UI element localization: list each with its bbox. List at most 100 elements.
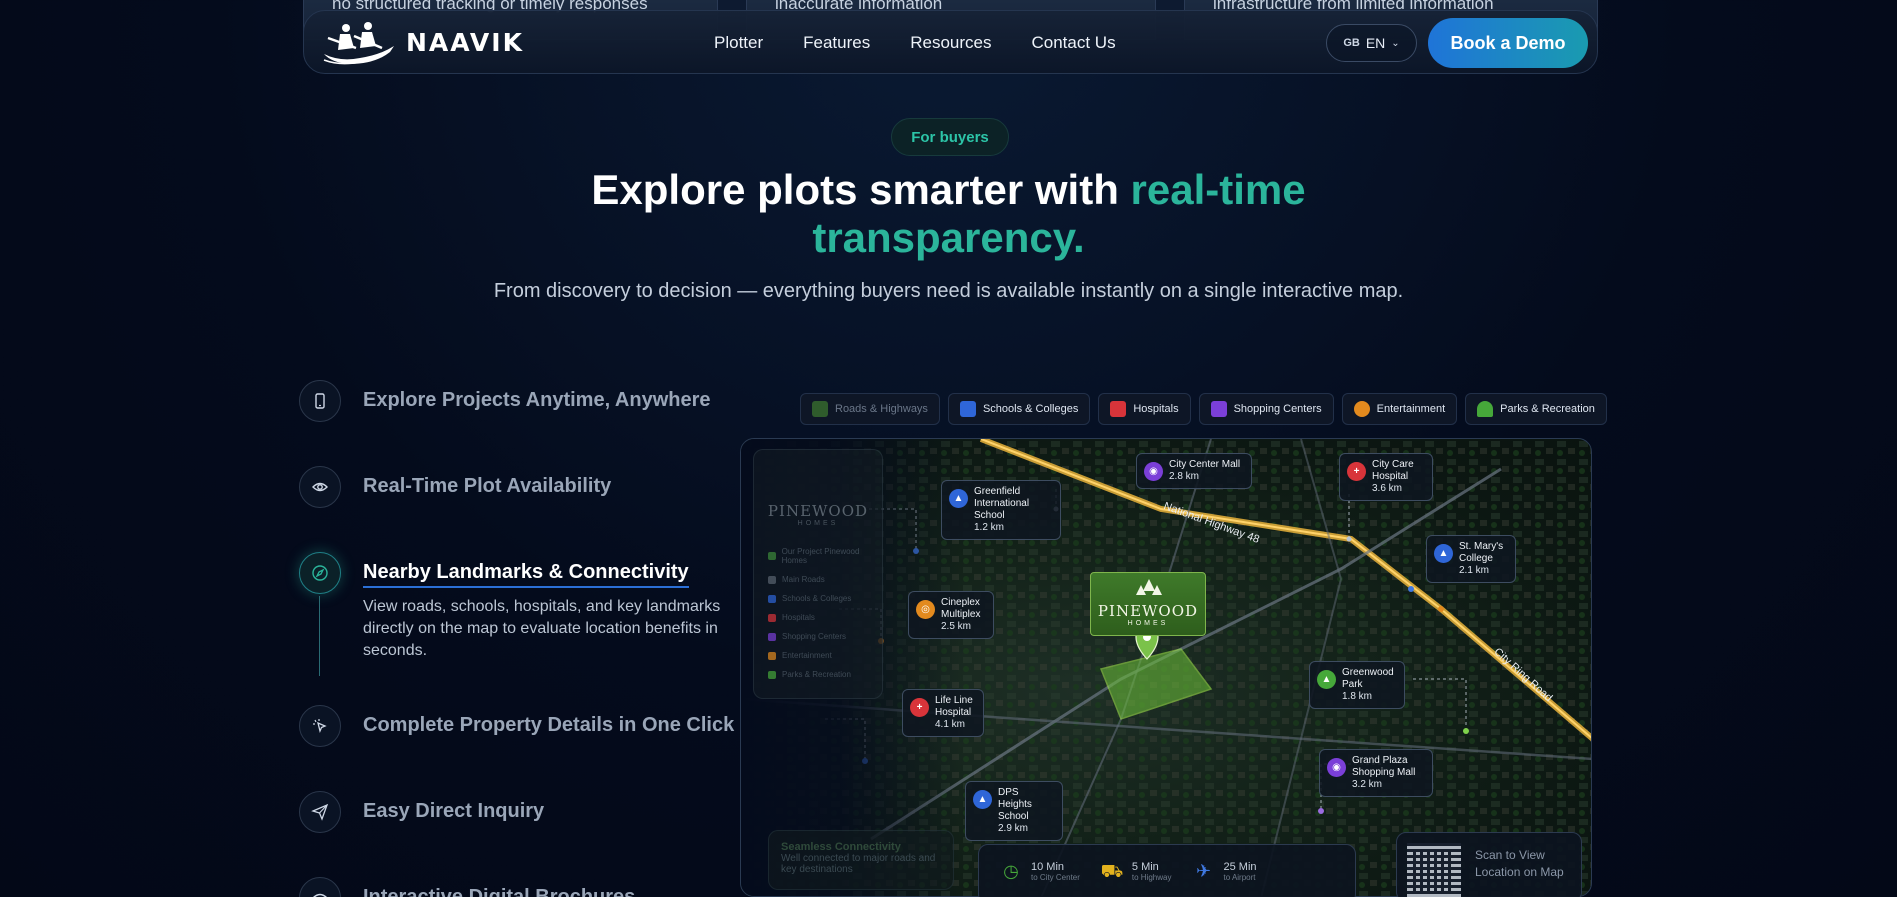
road-icon xyxy=(812,401,828,417)
graduation-cap-icon xyxy=(959,401,976,417)
pin-grand-plaza-mall[interactable]: ◉ Grand Plaza Shopping Mall 3.2 km xyxy=(1319,749,1433,797)
feature-progress-line xyxy=(319,596,320,676)
chip-shopping[interactable]: Shopping Centers xyxy=(1198,393,1334,425)
pin-distance: 1.2 km xyxy=(974,522,1005,533)
pin-name: City Center Mall xyxy=(1169,459,1241,470)
aerial-map[interactable]: PINEWOOD HOMES Our Project Pinewood Home… xyxy=(740,438,1592,897)
connectivity-title: Seamless Connectivity xyxy=(781,841,901,853)
hero-title-accent: real-time xyxy=(1130,166,1306,213)
qr-text: Scan to View Location on Map xyxy=(1475,847,1564,881)
chip-schools[interactable]: Schools & Colleges xyxy=(947,393,1091,425)
taxi-icon: ⛟ xyxy=(1100,861,1124,881)
feature-title: Complete Property Details in One Click xyxy=(363,714,735,736)
pin-greenfield-school[interactable]: ▲ Greenfield International School 1.2 km xyxy=(941,480,1061,540)
clock-icon: ◷ xyxy=(1003,861,1019,881)
hero-subtitle: From discovery to decision — everything … xyxy=(493,280,1404,302)
pin-distance: 2.8 km xyxy=(1169,471,1200,482)
qr-card[interactable]: Scan to View Location on Map xyxy=(1396,832,1582,897)
film-reel-icon: ◎ xyxy=(916,600,935,619)
pin-city-care-hospital[interactable]: + City Care Hospital 3.6 km xyxy=(1339,453,1433,501)
hospital-cross-icon: + xyxy=(1347,462,1366,481)
pin-life-line-hospital[interactable]: + Life Line Hospital 4.1 km xyxy=(902,689,984,737)
flag-icon: GB xyxy=(1343,37,1360,49)
feature-title: Easy Direct Inquiry xyxy=(363,800,545,822)
language-selector[interactable]: GB EN ⌄ xyxy=(1326,24,1417,62)
travel-item: ◷ 10 Min to City Center xyxy=(999,861,1080,885)
nav-link-resources[interactable]: Resources xyxy=(910,33,991,53)
project-name: PINEWOOD xyxy=(1097,602,1199,620)
legend-brand: PINEWOOD xyxy=(767,502,869,520)
school-icon: ▲ xyxy=(1434,544,1453,563)
legend-item: Hospitals xyxy=(768,613,882,622)
travel-time: 5 Min xyxy=(1131,861,1159,873)
film-reel-icon xyxy=(1353,401,1370,417)
legend-label: Shopping Centers xyxy=(782,632,847,641)
pin-name: DPS Heights School xyxy=(998,787,1032,822)
hero-title: Explore plots smarter with real-time tra… xyxy=(0,166,1897,262)
tree-icon: ▲ xyxy=(1317,670,1336,689)
school-icon: ▲ xyxy=(949,489,968,508)
top-nav: NAAVIK Plotter Features Resources Contac… xyxy=(303,10,1598,74)
tree-icon xyxy=(1477,401,1494,417)
pine-tree-icon xyxy=(1136,579,1162,595)
cart-icon xyxy=(1210,401,1227,417)
chip-label: Shopping Centers xyxy=(1233,403,1322,415)
book-demo-button[interactable]: Book a Demo xyxy=(1428,18,1588,68)
legend-label: Main Roads xyxy=(782,575,825,584)
chip-label: Hospitals xyxy=(1133,403,1179,415)
nav-link-features[interactable]: Features xyxy=(803,33,870,53)
pin-dps-heights-school[interactable]: ▲ DPS Heights School 2.9 km xyxy=(965,781,1063,841)
travel-dest: to Highway xyxy=(1131,873,1172,882)
hospital-icon xyxy=(1110,401,1127,417)
audience-badge: For buyers xyxy=(891,118,1009,156)
pin-greenwood-park[interactable]: ▲ Greenwood Park 1.8 km xyxy=(1309,661,1405,709)
connectivity-text: Well connected to major roads and key de… xyxy=(781,853,936,875)
legend-item: Our Project Pinewood Homes xyxy=(768,547,882,565)
pin-distance: 4.1 km xyxy=(935,719,966,730)
chevron-down-icon: ⌄ xyxy=(1391,37,1400,49)
travel-time: 25 Min xyxy=(1223,861,1257,873)
phone-icon xyxy=(299,380,341,422)
pin-distance: 1.8 km xyxy=(1342,691,1373,702)
pin-name: Greenfield International School xyxy=(974,486,1030,521)
connectivity-card: Seamless Connectivity Well connected to … xyxy=(768,830,954,890)
chip-label: Schools & Colleges xyxy=(982,403,1079,415)
nav-link-contact[interactable]: Contact Us xyxy=(1032,33,1116,53)
pin-cineplex[interactable]: ◎ Cineplex Multiplex 2.5 km xyxy=(908,591,994,639)
nav-link-plotter[interactable]: Plotter xyxy=(714,33,763,53)
travel-dest: to Airport xyxy=(1223,873,1256,882)
hospital-cross-icon: + xyxy=(910,698,929,717)
travel-item: ⛟ 5 Min to Highway xyxy=(1100,861,1172,885)
chip-parks[interactable]: Parks & Recreation xyxy=(1465,393,1607,425)
chip-label: Roads & Highways xyxy=(835,403,928,415)
map-filter-chips: Roads & Highways Schools & Colleges Hosp… xyxy=(800,393,1607,425)
project-marker[interactable]: PINEWOOD HOMES xyxy=(1090,572,1206,636)
travel-time-bar: ◷ 10 Min to City Center ⛟ 5 Min to Highway ✈… xyxy=(978,844,1356,897)
pin-distance: 3.6 km xyxy=(1372,483,1403,494)
brand-logo[interactable]: NAAVIK xyxy=(320,18,524,66)
legend-label: Schools & Colleges xyxy=(782,594,852,603)
feature-title: Real-Time Plot Availability xyxy=(363,475,612,497)
legend-brand-sub: HOMES xyxy=(797,520,839,527)
legend-label: Hospitals xyxy=(782,613,815,622)
chip-label: Entertainment xyxy=(1376,403,1446,415)
chip-hospitals[interactable]: Hospitals xyxy=(1098,393,1191,425)
travel-dest: to City Center xyxy=(1031,873,1080,882)
pin-name: Life Line Hospital xyxy=(935,695,973,718)
eye-icon xyxy=(299,466,341,508)
legend-item: Schools & Colleges xyxy=(768,594,882,603)
feature-title: Nearby Landmarks & Connectivity xyxy=(363,561,689,588)
airplane-icon: ✈ xyxy=(1195,861,1212,881)
chip-label: Parks & Recreation xyxy=(1500,403,1595,415)
pin-st-marys-college[interactable]: ▲ St. Mary's College 2.1 km xyxy=(1426,535,1516,583)
brochure-icon xyxy=(299,877,341,897)
interactive-map-preview: Roads & Highways Schools & Colleges Hosp… xyxy=(740,360,1890,897)
legend-item: Main Roads xyxy=(768,575,882,584)
legend-item: Parks & Recreation xyxy=(768,670,882,679)
chip-roads[interactable]: Roads & Highways xyxy=(800,393,940,425)
legend-list: Our Project Pinewood Homes Main Roads Sc… xyxy=(768,547,882,679)
hero-title-accent-2: transparency. xyxy=(812,214,1085,261)
chip-entertainment[interactable]: Entertainment xyxy=(1341,393,1458,425)
pin-city-center-mall[interactable]: ◉ City Center Mall 2.8 km xyxy=(1136,453,1252,489)
legend-label: Parks & Recreation xyxy=(782,670,851,679)
